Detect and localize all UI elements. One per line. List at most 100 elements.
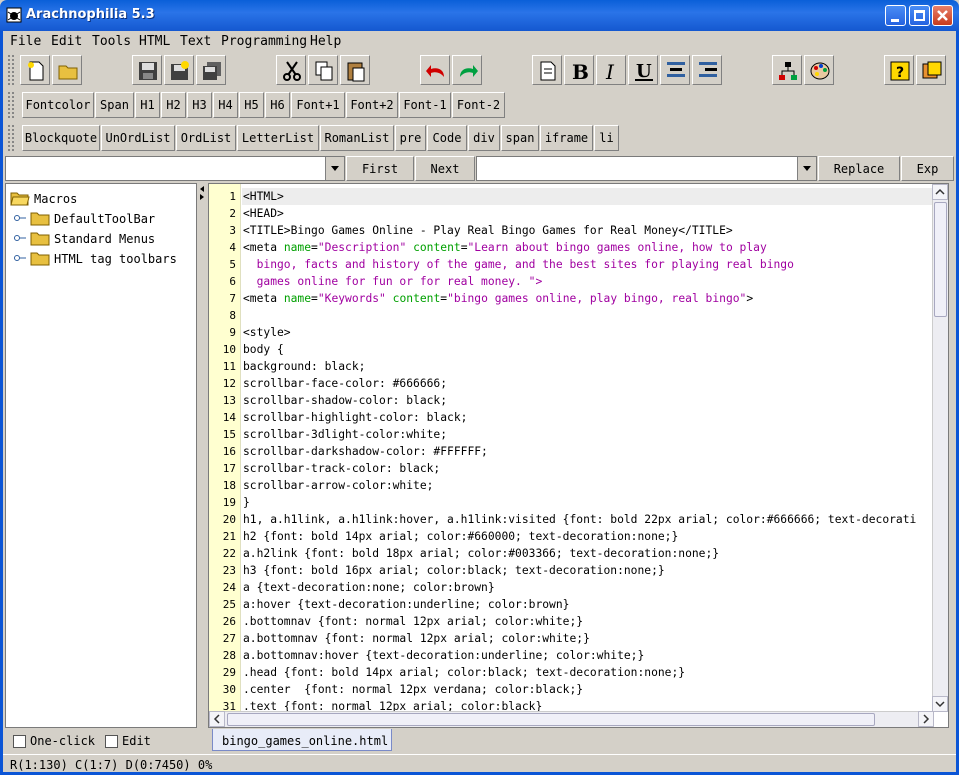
open-button[interactable] bbox=[52, 55, 82, 85]
tree-expander-icon[interactable] bbox=[14, 234, 26, 244]
ordlist-button[interactable]: OrdList bbox=[176, 125, 236, 151]
fontcolor-button[interactable]: Fontcolor bbox=[22, 92, 94, 118]
document-tab[interactable]: bingo_games_online.html bbox=[212, 729, 392, 751]
vertical-scrollbar[interactable] bbox=[932, 184, 948, 712]
code-line[interactable]: <meta name="Keywords" content="bingo gam… bbox=[243, 292, 753, 305]
tree-button[interactable] bbox=[772, 55, 802, 85]
chevron-down-icon[interactable] bbox=[325, 157, 344, 180]
h2-button[interactable]: H2 bbox=[161, 92, 186, 118]
code-line[interactable]: a:hover {text-decoration:underline; colo… bbox=[243, 598, 569, 611]
code-editor[interactable]: 1 2 3 4 5 6 7 8 9 10 11 12 13 14 15 16 17 18 19 20 21 22 23 24 2… bbox=[208, 183, 949, 728]
menu-file[interactable]: File bbox=[10, 34, 41, 49]
code-line[interactable]: scrollbar-track-color: black; bbox=[243, 462, 440, 475]
pane-splitter[interactable] bbox=[198, 183, 206, 728]
span-button[interactable]: Span bbox=[95, 92, 134, 118]
blockquote-button[interactable]: Blockquote bbox=[22, 125, 100, 151]
scroll-right-arrow-icon[interactable] bbox=[918, 711, 934, 727]
toolbar-grip[interactable] bbox=[7, 124, 15, 152]
replace-combo[interactable] bbox=[476, 156, 817, 181]
h6-button[interactable]: H6 bbox=[265, 92, 290, 118]
code-line[interactable]: background: black; bbox=[243, 360, 365, 373]
next-button[interactable]: Next bbox=[415, 156, 475, 181]
code-line[interactable]: <meta name="Description" content="Learn … bbox=[243, 241, 767, 254]
menu-text[interactable]: Text bbox=[180, 34, 211, 49]
menu-html[interactable]: HTML bbox=[139, 34, 170, 49]
code-line[interactable]: a.bottomnav:hover {text-decoration:under… bbox=[243, 649, 644, 662]
bold-button[interactable]: B bbox=[564, 55, 594, 85]
tree-expander-icon[interactable] bbox=[14, 254, 26, 264]
palette-button[interactable] bbox=[804, 55, 834, 85]
vertical-scroll-thumb[interactable] bbox=[934, 202, 947, 317]
find-combo[interactable] bbox=[5, 156, 345, 181]
code-line[interactable]: scrollbar-darkshadow-color: #FFFFFF; bbox=[243, 445, 488, 458]
h5-button[interactable]: H5 bbox=[239, 92, 264, 118]
div-button[interactable]: div bbox=[468, 125, 500, 151]
document-button[interactable] bbox=[532, 55, 562, 85]
code-line[interactable]: scrollbar-arrow-color:white; bbox=[243, 479, 433, 492]
code-line[interactable]: } bbox=[243, 496, 250, 509]
horizontal-scrollbar[interactable] bbox=[209, 711, 934, 727]
code-line[interactable]: <TITLE>Bingo Games Online - Play Real Bi… bbox=[243, 224, 733, 237]
minimize-button[interactable] bbox=[885, 5, 906, 26]
code-line[interactable]: a.h2link {font: bold 18px arial; color:#… bbox=[243, 547, 719, 560]
chevron-down-icon[interactable] bbox=[797, 157, 816, 180]
font-plus1-button[interactable]: Font+1 bbox=[291, 92, 345, 118]
pre-button[interactable]: pre bbox=[395, 125, 426, 151]
menu-programming[interactable]: Programming bbox=[221, 34, 307, 49]
code-line[interactable]: h1, a.h1link, a.h1link:hover, a.h1link:v… bbox=[243, 513, 916, 526]
edit-checkbox[interactable] bbox=[105, 735, 118, 748]
copy-button[interactable] bbox=[308, 55, 338, 85]
center-button[interactable] bbox=[660, 55, 690, 85]
font-minus1-button[interactable]: Font-1 bbox=[399, 92, 451, 118]
scroll-up-arrow-icon[interactable] bbox=[932, 184, 948, 200]
maximize-button[interactable] bbox=[909, 5, 930, 26]
code-button[interactable]: Code bbox=[427, 125, 467, 151]
one-click-checkbox[interactable] bbox=[13, 735, 26, 748]
code-line[interactable]: <HTML> bbox=[243, 190, 284, 203]
toolbar-grip[interactable] bbox=[7, 91, 15, 119]
code-line[interactable]: .head {font: bold 14px arial; color:blac… bbox=[243, 666, 685, 679]
scroll-left-arrow-icon[interactable] bbox=[209, 711, 225, 727]
close-button[interactable] bbox=[932, 5, 953, 26]
h1-button[interactable]: H1 bbox=[135, 92, 160, 118]
code-line[interactable]: a.bottomnav {font: normal 12px arial; co… bbox=[243, 632, 590, 645]
italic-button[interactable]: I bbox=[596, 55, 626, 85]
help-button[interactable]: ? bbox=[884, 55, 914, 85]
h3-button[interactable]: H3 bbox=[187, 92, 212, 118]
replace-button[interactable]: Replace bbox=[818, 156, 900, 181]
paste-button[interactable] bbox=[340, 55, 370, 85]
undo-button[interactable] bbox=[420, 55, 450, 85]
code-area[interactable]: <HTML> <HEAD> <TITLE>Bingo Games Online - … bbox=[242, 184, 934, 712]
code-line[interactable]: h3 {font: bold 16px arial; color:black; … bbox=[243, 564, 665, 577]
code-line[interactable]: scrollbar-face-color: #666666; bbox=[243, 377, 447, 390]
code-line[interactable]: .center {font: normal 12px verdana; colo… bbox=[243, 683, 583, 696]
span-tag-button[interactable]: span bbox=[501, 125, 539, 151]
right-align-button[interactable] bbox=[692, 55, 722, 85]
code-line[interactable]: <style> bbox=[243, 326, 291, 339]
romanlist-button[interactable]: RomanList bbox=[320, 125, 394, 151]
save-button[interactable] bbox=[132, 55, 162, 85]
unordlist-button[interactable]: UnOrdList bbox=[101, 125, 175, 151]
letterlist-button[interactable]: LetterList bbox=[237, 125, 319, 151]
exp-button[interactable]: Exp bbox=[901, 156, 954, 181]
menu-help[interactable]: Help bbox=[310, 34, 341, 49]
code-line[interactable]: scrollbar-3dlight-color:white; bbox=[243, 428, 447, 441]
code-line[interactable]: body { bbox=[243, 343, 284, 356]
font-minus2-button[interactable]: Font-2 bbox=[452, 92, 505, 118]
save-all-button[interactable] bbox=[196, 55, 226, 85]
tree-expander-icon[interactable] bbox=[14, 214, 26, 224]
horizontal-scroll-thumb[interactable] bbox=[227, 713, 875, 726]
code-line[interactable]: h2 {font: bold 14px arial; color:#660000… bbox=[243, 530, 678, 543]
code-line[interactable]: scrollbar-shadow-color: black; bbox=[243, 394, 447, 407]
new-file-button[interactable] bbox=[20, 55, 50, 85]
splitter-arrows-icon[interactable] bbox=[198, 185, 206, 201]
scroll-down-arrow-icon[interactable] bbox=[932, 696, 948, 712]
cut-button[interactable] bbox=[276, 55, 306, 85]
h4-button[interactable]: H4 bbox=[213, 92, 238, 118]
code-line[interactable]: games online for fun or for real money. … bbox=[243, 275, 543, 288]
preferences-button[interactable] bbox=[916, 55, 946, 85]
code-line[interactable]: a {text-decoration:none; color:brown} bbox=[243, 581, 495, 594]
redo-button[interactable] bbox=[452, 55, 482, 85]
li-button[interactable]: li bbox=[594, 125, 619, 151]
font-plus2-button[interactable]: Font+2 bbox=[346, 92, 398, 118]
